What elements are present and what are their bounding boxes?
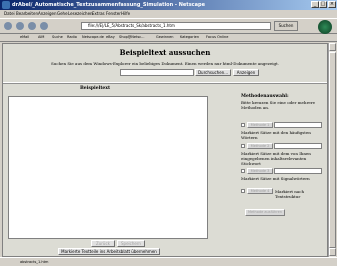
menu-bar: Datei Bearbeiten Anzeigen Gehe Lesezeich… xyxy=(0,10,337,18)
page-subtitle: Suchen Sie aus dem Windows-Explorer ein … xyxy=(51,61,279,66)
sample-text-area[interactable] xyxy=(8,96,208,239)
method-3-description: Markiert Sätze mit Signalwörtern xyxy=(241,176,310,181)
stop-icon[interactable] xyxy=(40,22,48,30)
bookmark-item[interactable]: Radio xyxy=(67,35,77,39)
bookmark-item[interactable]: Netscape.de xyxy=(82,35,104,39)
menu-hilfe[interactable]: Hilfe xyxy=(121,11,130,16)
sample-text-heading: Beispieltext xyxy=(80,86,111,91)
bookmark-item[interactable]: Suche xyxy=(52,35,63,39)
menu-anzeigen[interactable]: Anzeigen xyxy=(38,11,56,16)
window-title: drAbel/_Automatische_Textzusammenfassung… xyxy=(12,2,205,8)
method-2-field[interactable] xyxy=(274,143,322,149)
menu-fenster[interactable]: Fenster xyxy=(106,11,121,16)
back-button[interactable]: Zurück xyxy=(91,240,115,247)
search-button[interactable]: Suchen xyxy=(274,21,298,31)
title-bar: drAbel/_Automatische_Textzusammenfassung… xyxy=(0,0,337,10)
forward-icon[interactable] xyxy=(16,22,24,30)
maximize-button[interactable]: □ xyxy=(319,1,327,8)
close-button[interactable]: × xyxy=(328,1,336,8)
bookmarks-toolbar: eMail AIM Suche Radio Netscape.de eBay S… xyxy=(0,34,337,42)
run-method-button[interactable]: Methode ausführen xyxy=(245,209,285,216)
menu-bearbeiten[interactable]: Bearbeiten xyxy=(16,11,38,16)
divider xyxy=(3,82,327,84)
reload-icon[interactable] xyxy=(28,22,36,30)
minimize-button[interactable]: _ xyxy=(311,1,319,8)
bookmark-item[interactable]: eMail xyxy=(20,35,29,39)
show-button[interactable]: Anzeigen xyxy=(233,69,259,76)
vertical-scrollbar[interactable] xyxy=(328,43,336,257)
method-4-description: Markiert nach Textstruktur xyxy=(275,189,305,199)
method-1-field[interactable] xyxy=(274,122,322,128)
url-field[interactable]: file:///E|/LE_5/Abstracts_Sk/abstracts_1… xyxy=(81,22,271,30)
netscape-icon xyxy=(2,1,10,9)
page-content: Beispieltext aussuchen Suchen Sie aus de… xyxy=(2,43,328,257)
page-title: Beispieltext aussuchen xyxy=(119,48,211,57)
method-3-checkbox[interactable] xyxy=(241,169,245,173)
methods-heading: Methodenauswahl: xyxy=(241,94,289,99)
scroll-up-icon[interactable] xyxy=(329,43,336,51)
method-1-button[interactable]: Methode 1 xyxy=(247,122,273,128)
file-path-input[interactable] xyxy=(120,69,194,76)
method-2-description: Markiert Sätze mit dem von Ihnen eingege… xyxy=(241,151,311,166)
menu-gehe[interactable]: Gehe xyxy=(57,11,68,16)
navigation-toolbar: file:///E|/LE_5/Abstracts_Sk/abstracts_1… xyxy=(0,18,337,34)
scroll-down-icon[interactable] xyxy=(329,248,336,256)
method-1-description: Markiert Sätze mit den häufigsten Wörter… xyxy=(241,130,311,140)
methods-intro: Bitte kreuzen Sie eine oder mehrere Meth… xyxy=(241,100,316,110)
method-4-checkbox[interactable] xyxy=(241,189,245,193)
method-2-button[interactable]: Methode 2 xyxy=(247,143,273,149)
menu-extras[interactable]: Extras xyxy=(92,11,105,16)
method-4-button[interactable]: Methode 4 xyxy=(247,188,273,194)
method-3-field[interactable] xyxy=(274,168,322,174)
menu-lesezeichen[interactable]: Lesezeichen xyxy=(68,11,93,16)
method-1-checkbox[interactable] xyxy=(241,123,245,127)
bookmark-item[interactable]: AIM xyxy=(38,35,44,39)
bookmark-item[interactable]: Kategorien xyxy=(180,35,199,39)
status-text: abstracts_1.htm xyxy=(20,260,49,264)
bookmark-item[interactable]: Focus Online xyxy=(206,35,228,39)
netscape-logo-icon xyxy=(318,20,332,34)
save-button[interactable]: Speichern xyxy=(117,240,145,247)
transfer-to-worksheet-button[interactable]: Markierte Textteile ins Arbeitsblatt übe… xyxy=(58,248,160,255)
browse-button[interactable]: Durchsuchen... xyxy=(195,69,231,76)
bookmark-item[interactable]: Gewinnen xyxy=(156,35,174,39)
bookmark-item[interactable]: eBay xyxy=(106,35,115,39)
scroll-thumb[interactable] xyxy=(329,52,336,248)
back-icon[interactable] xyxy=(4,22,12,30)
menu-datei[interactable]: Datei xyxy=(4,11,15,16)
method-3-button[interactable]: Methode 3 xyxy=(247,168,273,174)
status-bar: abstracts_1.htm xyxy=(0,257,337,266)
bookmark-item[interactable]: Shop@Netsc... xyxy=(119,35,145,39)
method-2-checkbox[interactable] xyxy=(241,144,245,148)
